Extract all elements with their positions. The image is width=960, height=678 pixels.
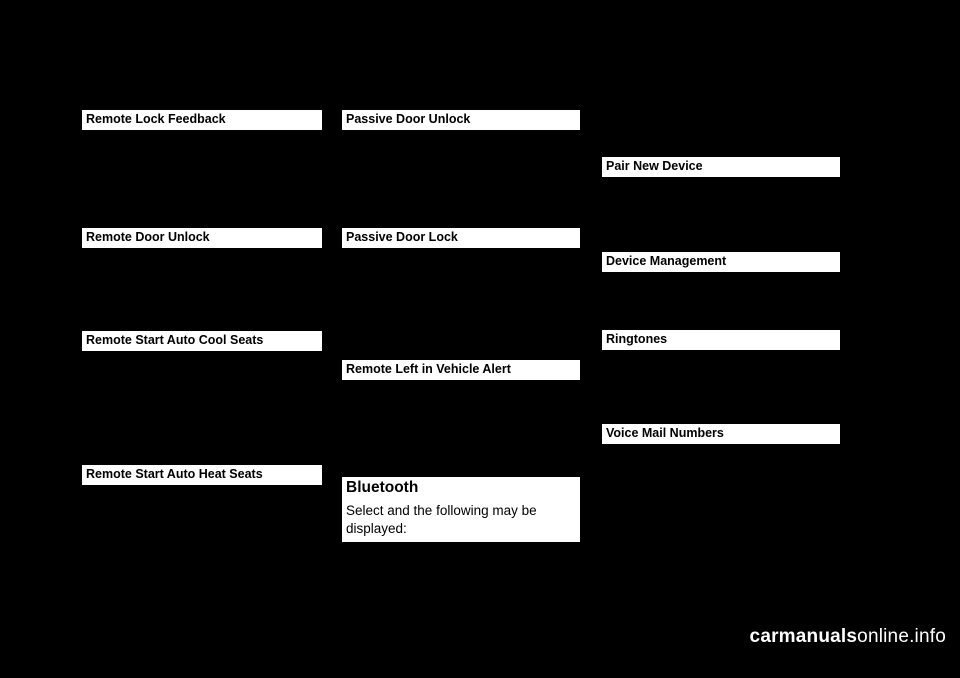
watermark-suffix: online.info	[857, 626, 946, 647]
watermark: carmanualsonline.info	[728, 604, 946, 670]
text-block-remote-left-in-vehicle-alert: Remote Left in Vehicle Alert	[342, 360, 580, 380]
text-block-pair-new-device: Pair New Device	[602, 157, 840, 177]
text-block-device-management: Device Management	[602, 252, 840, 272]
watermark-prefix: carmanuals	[749, 626, 858, 647]
text-block-remote-door-unlock: Remote Door Unlock	[82, 228, 322, 248]
text-block-ringtones: Ringtones	[602, 330, 840, 350]
text-block-remote-lock-feedback: Remote Lock Feedback	[82, 110, 322, 130]
manual-page: Remote Lock Feedback Passive Door Unlock P…	[0, 0, 960, 678]
text-block-remote-start-auto-cool-seats: Remote Start Auto Cool Seats	[82, 331, 322, 351]
text-block-remote-start-auto-heat-seats: Remote Start Auto Heat Seats	[82, 465, 322, 485]
text-block-passive-door-unlock: Passive Door Unlock	[342, 110, 580, 130]
text-block-bluetooth-body: Select and the following may be displaye…	[342, 499, 580, 542]
text-block-passive-door-lock: Passive Door Lock	[342, 228, 580, 248]
text-block-voice-mail-numbers: Voice Mail Numbers	[602, 424, 840, 444]
text-block-bluetooth: Bluetooth	[342, 477, 580, 500]
